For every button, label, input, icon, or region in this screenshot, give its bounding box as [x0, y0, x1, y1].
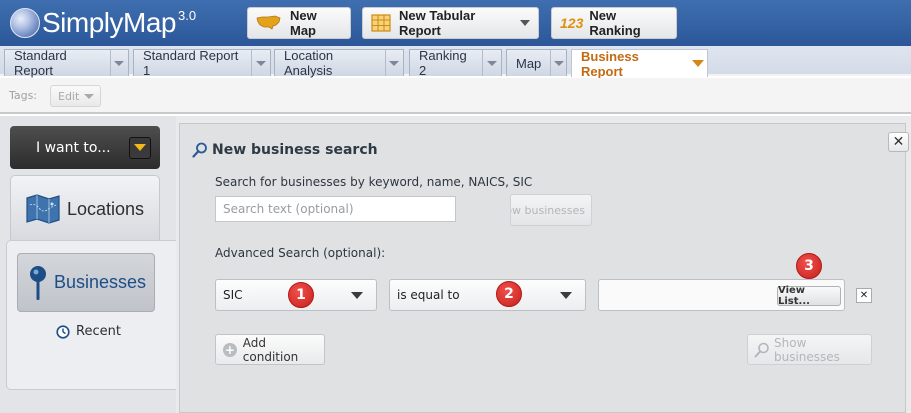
- new-tabular-report-label: New Tabular Report: [399, 8, 476, 38]
- tab-menu-chevron-icon[interactable]: [482, 50, 501, 76]
- tab-menu-chevron-icon[interactable]: [688, 50, 707, 77]
- close-button[interactable]: ✕: [888, 132, 909, 152]
- locations-label: Locations: [67, 198, 145, 219]
- tags-label: Tags:: [9, 89, 38, 102]
- i-want-to-dropdown[interactable]: I want to...: [10, 126, 160, 169]
- close-icon: ✕: [859, 290, 869, 301]
- search-icon: [754, 342, 770, 358]
- add-condition-label: Add condition: [242, 335, 299, 364]
- app-logo[interactable]: SimplyMap 3.0: [10, 6, 196, 40]
- clock-icon: [56, 324, 70, 339]
- tab-menu-chevron-icon[interactable]: [109, 50, 128, 76]
- operator-select[interactable]: is equal to: [389, 279, 586, 311]
- field-select-value: SIC: [223, 288, 243, 302]
- tab-menu-chevron-icon[interactable]: [550, 50, 566, 76]
- panel-heading: New business search: [192, 142, 378, 158]
- tab-menu-chevron-icon[interactable]: [251, 50, 270, 76]
- search-description: Search for businesses by keyword, name, …: [215, 175, 533, 189]
- tab-standard-report-1[interactable]: Standard Report 1: [133, 48, 271, 78]
- tab-map[interactable]: Map: [506, 49, 567, 76]
- tab-label: Standard Report 1: [143, 48, 239, 78]
- show-businesses-label: Show businesses: [774, 335, 840, 364]
- app-name: SimplyMap: [42, 7, 176, 38]
- show-businesses-button[interactable]: Show businesses: [747, 334, 872, 365]
- new-map-button[interactable]: New Map: [247, 7, 351, 39]
- chevron-down-icon: [560, 292, 572, 299]
- step-marker-1: 1: [288, 282, 314, 308]
- left-sidebar: I want to... Locations Businesses Recent: [0, 116, 182, 413]
- map-pin-icon: [28, 265, 48, 301]
- new-ranking-button[interactable]: 123 New Ranking: [551, 7, 677, 39]
- condition-value-field[interactable]: View List...: [598, 279, 845, 311]
- business-search-card: ✕ New business search Search for busines…: [179, 123, 909, 413]
- chevron-down-icon: [520, 20, 530, 26]
- report-tabs-bar: Standard Report Standard Report 1 Locati…: [0, 46, 911, 79]
- remove-condition-button[interactable]: ✕: [856, 288, 872, 303]
- us-map-icon: [256, 15, 282, 31]
- tab-label: Map: [516, 55, 542, 71]
- new-tabular-report-button[interactable]: New Tabular Report: [362, 7, 539, 39]
- tab-label: Business Report: [581, 48, 639, 79]
- search-input[interactable]: [215, 196, 456, 222]
- show-businesses-partial-label: ow businesses: [510, 203, 585, 217]
- main-panel: ✕ New business search Search for busines…: [176, 116, 911, 413]
- tab-menu-chevron-icon[interactable]: [384, 50, 403, 76]
- advanced-search-label: Advanced Search (optional):: [215, 246, 386, 260]
- tab-location-analysis[interactable]: Location Analysis: [274, 48, 404, 78]
- tags-bar: Tags: Edit: [0, 78, 911, 114]
- add-condition-button[interactable]: + Add condition: [215, 334, 325, 365]
- tab-label: Ranking 2: [419, 48, 467, 78]
- chevron-down-icon: [351, 292, 363, 299]
- recent-link[interactable]: Recent: [56, 324, 121, 339]
- folded-map-icon: [25, 193, 61, 225]
- ranking-123-icon: 123: [560, 15, 584, 31]
- table-grid-icon: [371, 14, 391, 32]
- view-list-button[interactable]: View List...: [777, 285, 841, 307]
- chevron-down-icon: [84, 93, 95, 99]
- close-icon: ✕: [892, 134, 905, 150]
- tab-standard-report[interactable]: Standard Report: [4, 48, 129, 78]
- i-want-to-label: I want to...: [36, 139, 111, 156]
- chevron-down-icon: [129, 136, 151, 159]
- plus-circle-icon: +: [223, 342, 237, 357]
- tab-label: Location Analysis: [284, 48, 334, 78]
- panel-title: New business search: [212, 142, 378, 158]
- globe-icon: [10, 8, 40, 38]
- app-version: 3.0: [177, 8, 197, 23]
- step-marker-3: 3: [796, 253, 822, 279]
- show-businesses-button-disabled: ow businesses: [510, 194, 592, 226]
- tab-business-report[interactable]: Business Report: [571, 48, 708, 79]
- step-marker-2: 2: [496, 281, 522, 307]
- businesses-section: Businesses Recent: [6, 240, 182, 390]
- new-map-label: New Map: [290, 8, 317, 38]
- tab-label: Standard Report: [14, 48, 67, 78]
- sidebar-item-businesses[interactable]: Businesses: [17, 253, 155, 312]
- sidebar-item-locations[interactable]: Locations: [10, 175, 160, 243]
- businesses-label: Businesses: [54, 272, 147, 292]
- recent-label: Recent: [76, 324, 121, 339]
- tags-edit-label: Edit: [58, 89, 80, 103]
- new-ranking-label: New Ranking: [589, 8, 641, 38]
- tags-edit-dropdown[interactable]: Edit: [50, 85, 101, 107]
- view-list-label: View List...: [778, 285, 810, 307]
- search-icon: [192, 142, 208, 158]
- top-bar: SimplyMap 3.0 New Map New Tabular Report…: [0, 0, 911, 46]
- operator-select-value: is equal to: [397, 288, 460, 302]
- tab-ranking-2[interactable]: Ranking 2: [409, 48, 502, 78]
